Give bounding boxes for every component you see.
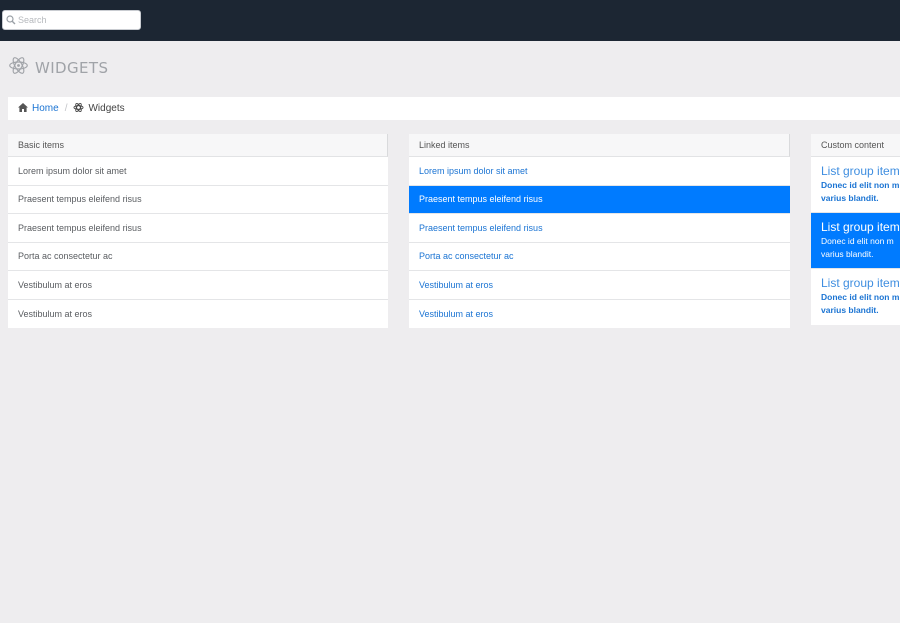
home-icon [18,102,28,115]
list-item: Praesent tempus eleifend risus [8,214,388,243]
panel-title: Custom content [811,134,900,157]
panel-title: Basic items [8,134,388,157]
basic-items-panel: Basic items Lorem ipsum dolor sit amet P… [8,134,388,328]
custom-item-text: Donec id elit non m [821,292,900,302]
custom-list-item-active[interactable]: List group item Donec id elit non m vari… [811,213,900,269]
custom-item-heading: List group item [821,220,900,234]
linked-list-item[interactable]: Porta ac consectetur ac [409,243,790,271]
breadcrumb-home-link[interactable]: Home [18,102,59,115]
page-title: WIDGETS [35,59,109,77]
breadcrumb-current: Widgets [73,102,125,116]
list-item: Vestibulum at eros [18,308,93,319]
breadcrumb: Home / Widgets [8,97,900,120]
search-box[interactable] [2,10,141,30]
list-item: Porta ac consectetur ac [8,243,388,271]
page-header: WIDGETS [8,55,108,81]
custom-item-text: varius blandit. [821,304,879,315]
linked-list-item[interactable]: Lorem ipsum dolor sit amet [409,157,790,186]
panel-title: Linked items [409,134,790,157]
custom-content-panel: Custom content List group item Donec id … [811,134,900,325]
breadcrumb-separator: / [64,103,68,114]
search-icon [3,11,18,29]
list-item: Vestibulum at eros [8,271,388,300]
atom-icon [73,102,85,116]
custom-item-text: Donec id elit non m [821,236,894,246]
custom-item-text: varius blandit. [821,192,879,203]
breadcrumb-current-label: Widgets [88,103,125,114]
custom-item-text: varius blandit. [821,248,874,259]
atom-icon [8,55,29,81]
list-item: Praesent tempus eleifend risus [8,186,388,214]
linked-list-item-active[interactable]: Praesent tempus eleifend risus [409,185,790,214]
linked-list-item[interactable]: Vestibulum at eros [409,300,790,329]
linked-items-panel: Linked items Lorem ipsum dolor sit amet … [409,134,790,328]
custom-list-item[interactable]: List group item Donec id elit non m vari… [811,269,900,325]
linked-list-item[interactable]: Vestibulum at eros [409,271,790,300]
custom-item-text: Donec id elit non m [821,180,900,190]
custom-item-heading: List group item [821,276,900,290]
search-input[interactable] [18,12,136,28]
breadcrumb-home-label: Home [32,103,59,114]
top-navbar [0,0,900,41]
custom-item-heading: List group item [821,164,900,178]
linked-list-item[interactable]: Praesent tempus eleifend risus [409,214,790,243]
list-item: Lorem ipsum dolor sit amet [8,157,388,186]
custom-list-item[interactable]: List group item Donec id elit non m vari… [811,157,900,213]
